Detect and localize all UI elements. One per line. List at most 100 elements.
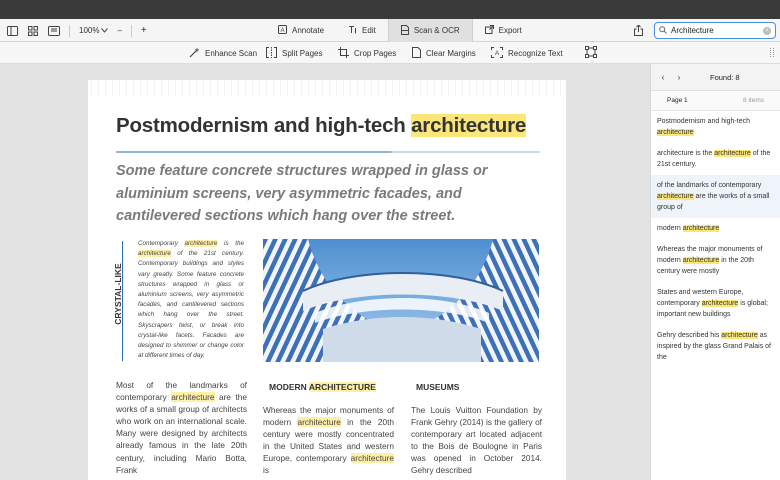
page-title: Postmodernism and high-tech architecture [116,114,526,138]
next-result-button[interactable]: › [673,71,685,83]
toolbar-grip-icon[interactable] [770,48,774,57]
mode-tabs: A Annotate Edit Scan & OCR Export [266,19,534,42]
page-item-count: 8 items [743,97,764,104]
enhance-scan-button[interactable]: Enhance Scan [189,42,257,64]
clear-margins-button[interactable]: Clear Margins [412,42,476,64]
side-label: CRYSTAL-LIKE [113,263,123,325]
tool-label: Crop Pages [354,48,397,58]
search-value: Architecture [671,26,714,35]
search-highlight: architecture [350,453,394,464]
zoom-out-button[interactable]: – [117,26,121,35]
enhance-icon [189,47,200,60]
search-result-item[interactable]: modern architecture [651,218,780,239]
tool-label: Recognize Text [508,48,563,58]
page-margins-icon [412,46,421,60]
search-highlight: architecture [171,392,215,403]
text-run: is [263,465,269,476]
search-highlight: architecture [701,300,739,307]
search-highlight: architecture [411,114,527,137]
search-highlight: architecture [682,257,720,264]
split-pages-button[interactable]: Split Pages [266,42,322,64]
search-result-item[interactable]: Postmodernism and high-tech architecture [651,111,780,143]
tool-label: Enhance Scan [205,48,258,58]
previous-result-button[interactable]: ‹ [657,71,669,83]
grid-view-icon[interactable] [27,25,39,37]
search-highlight: architecture [721,332,758,339]
search-highlight: architecture [297,417,341,428]
recognize-text-button[interactable]: A Recognize Text [491,42,563,64]
text-run: are the works of a small group of archit… [116,392,247,475]
annotate-icon: A [278,25,287,36]
column-1-text: Most of the landmarks of contemporary ar… [116,379,247,476]
search-result-item[interactable]: of the landmarks of contemporary archite… [651,175,780,218]
title-text: Postmodernism and high-tech [116,114,412,137]
clear-search-icon[interactable]: × [763,26,771,35]
results-header: ‹ › Found: 8 [651,64,780,91]
column-2-heading: MODERN ARCHITECTURE [269,382,376,392]
text-run: Contemporary [138,240,185,247]
search-input[interactable]: Architecture × [654,22,776,39]
text-run: of the 21st century. Contemporary buildi… [138,250,244,360]
tab-label: Export [498,26,522,35]
tool-label: Split Pages [282,48,323,58]
search-highlight: architecture [184,240,218,247]
reader-view-icon[interactable] [48,25,60,37]
svg-text:A: A [280,28,284,34]
zoom-in-button[interactable]: + [141,25,147,36]
search-highlight: architecture [714,150,751,157]
tab-export[interactable]: Export [473,19,534,42]
text-run: is the [217,240,244,247]
zoom-value: 100% [79,26,100,35]
title-divider [116,151,540,153]
svg-text:A: A [495,50,500,57]
main-toolbar: 100% – + A Annotate Edit Scan & OCR Expo… [0,19,780,42]
ocr-icon: A [491,46,503,60]
share-icon[interactable] [628,25,648,36]
sidebar-toggle-icon[interactable] [6,25,18,37]
search-results-panel: ‹ › Found: 8 Page 1 8 items Postmodernis… [650,64,780,480]
search-highlight: architecture [657,193,694,200]
zoom-dropdown[interactable]: 100% [79,26,109,35]
tab-annotate[interactable]: A Annotate [266,19,336,42]
document-viewer[interactable]: Postmodernism and high-tech architecture… [0,64,650,480]
search-result-item[interactable]: Whereas the major monuments of modern ar… [651,239,780,282]
results-count: Found: 8 [710,72,740,82]
column-3-text: The Louis Vuitton Foundation by Frank Ge… [411,405,542,476]
crop-icon [338,46,349,60]
scan-noise [88,80,566,96]
select-area-button[interactable] [585,42,597,64]
search-result-item[interactable]: architecture is the architecture of the … [651,143,780,175]
toolbar-divider [130,24,132,37]
column-3-heading: MUSEUMS [416,382,460,392]
text-run: modern [657,225,683,232]
results-list: Postmodernism and high-tech architecture… [651,111,780,368]
architecture-photo [263,239,539,362]
text-run: Postmodernism and high-tech [657,118,750,125]
tab-scan-ocr[interactable]: Scan & OCR [387,19,473,42]
heading-text: MODERN [269,382,309,392]
page-label: Page 1 [667,97,688,104]
edit-text-icon [348,25,357,36]
search-icon [659,25,667,36]
scan-tools-bar: Enhance Scan Split Pages Crop Pages Clea… [0,42,780,64]
chevron-down-icon [101,26,109,35]
toolbar-divider [69,24,70,37]
text-run: Gehry described his [657,332,722,339]
intro-paragraph: Contemporary architecture is the archite… [138,239,244,361]
page-subtitle: Some feature concrete structures wrapped… [116,163,488,224]
tab-edit[interactable]: Edit [336,19,388,42]
crop-pages-button[interactable]: Crop Pages [338,42,396,64]
search-result-item[interactable]: States and western Europe, contemporary … [651,282,780,325]
split-pages-icon [266,46,277,60]
column-2-text: Whereas the major monuments of modern ar… [263,404,394,477]
document-page: Postmodernism and high-tech architecture… [88,80,566,480]
search-result-item[interactable]: Gehry described his architecture as insp… [651,325,780,368]
results-page-group[interactable]: Page 1 8 items [651,91,780,111]
tool-label: Clear Margins [426,48,476,58]
text-run: of the landmarks of contemporary [657,182,762,189]
tab-label: Scan & OCR [413,26,460,35]
tab-label: Edit [362,26,376,35]
search-highlight: architecture [138,250,171,258]
search-highlight: ARCHITECTURE [308,382,376,392]
scan-icon [400,24,409,37]
